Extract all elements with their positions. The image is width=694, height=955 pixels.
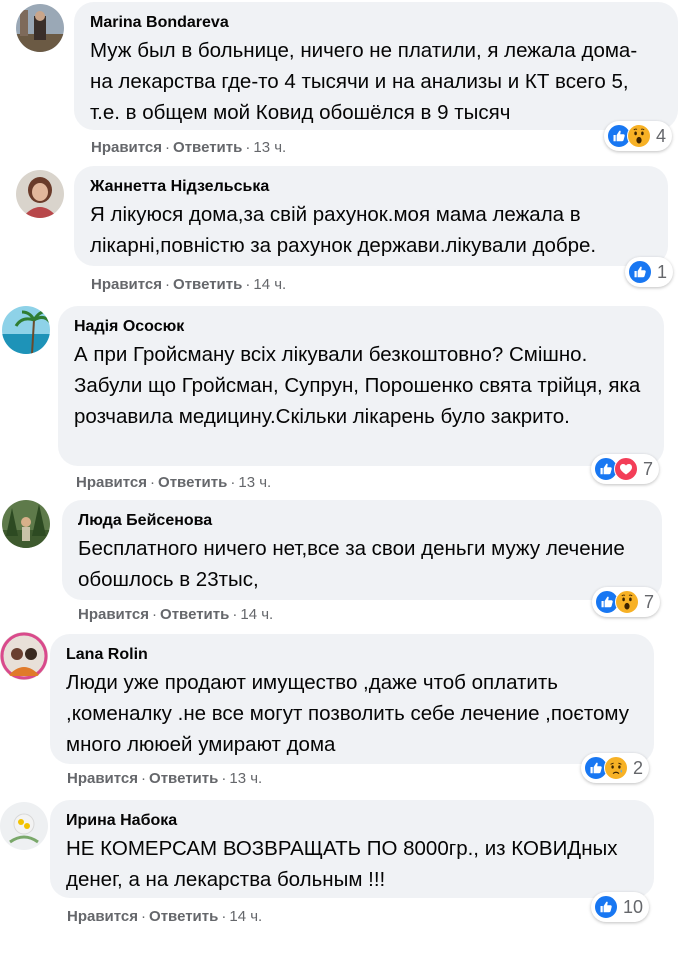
reply-button[interactable]: Ответить: [173, 276, 242, 293]
comment: Надія Ососюк А при Гройсману всіх лікува…: [0, 304, 694, 491]
like-button[interactable]: Нравится: [78, 606, 149, 623]
reaction-count: 2: [633, 757, 644, 778]
avatar[interactable]: [16, 4, 64, 52]
comment-time[interactable]: 14 ч.: [229, 908, 262, 925]
comment-time[interactable]: 13 ч.: [229, 770, 262, 787]
reply-button[interactable]: Ответить: [149, 908, 218, 925]
separator: ·: [165, 276, 171, 293]
reply-button[interactable]: Ответить: [158, 474, 227, 491]
comment-actions: Нравится · Ответить · 13 ч.: [67, 770, 262, 788]
separator: ·: [245, 139, 251, 156]
avatar[interactable]: [2, 500, 50, 548]
comment-author[interactable]: Lana Rolin: [66, 645, 640, 665]
comment: Жаннетта Нідзельська Я лікуюся дома,за с…: [0, 164, 694, 314]
separator: ·: [141, 770, 147, 787]
like-button[interactable]: Нравится: [67, 770, 138, 787]
like-button[interactable]: Нравится: [67, 908, 138, 925]
comment-text: Я лікуюся дома,за свій рахунок.моя мама …: [90, 203, 597, 257]
separator: ·: [152, 606, 158, 623]
comment-bubble: Lana Rolin Люди уже продают имущество ,д…: [50, 634, 654, 764]
wow-icon: [615, 590, 639, 614]
reactions-badge[interactable]: 2: [581, 753, 650, 783]
like-button[interactable]: Нравится: [91, 139, 162, 156]
like-icon: [594, 895, 618, 919]
like-icon: [628, 260, 652, 284]
comment-text: НЕ КОМЕРСАМ ВОЗВРАЩАТЬ ПО 8000гр., из КО…: [66, 837, 618, 891]
comment-bubble: Надія Ососюк А при Гройсману всіх лікува…: [58, 306, 664, 466]
comment-time[interactable]: 13 ч.: [238, 474, 271, 491]
reactions-badge[interactable]: 4: [604, 121, 673, 151]
comment-author[interactable]: Люда Бейсенова: [78, 511, 648, 531]
reaction-count: 7: [644, 591, 655, 612]
comment-time[interactable]: 14 ч.: [253, 276, 286, 293]
comment-text: Муж был в больнице, ничего не платили, я…: [90, 39, 638, 124]
reactions-badge[interactable]: 1: [625, 257, 674, 287]
comment: Ирина Набока НЕ КОМЕРСАМ ВОЗВРАЩАТЬ ПО 8…: [0, 796, 694, 946]
reactions-badge[interactable]: 7: [592, 587, 661, 617]
reaction-count: 1: [657, 261, 668, 282]
separator: ·: [221, 908, 227, 925]
avatar[interactable]: [0, 632, 48, 680]
separator: ·: [165, 139, 171, 156]
comment-actions: Нравится · Ответить · 13 ч.: [91, 139, 286, 157]
comment: Marina Bondareva Муж был в больнице, нич…: [0, 0, 694, 156]
avatar[interactable]: [0, 802, 48, 850]
comment-actions: Нравится · Ответить · 13 ч.: [76, 474, 271, 492]
reaction-count: 4: [656, 125, 667, 146]
comment-actions: Нравится · Ответить · 14 ч.: [67, 908, 262, 926]
comment-time[interactable]: 14 ч.: [240, 606, 273, 623]
reactions-badge[interactable]: 10: [591, 892, 650, 922]
comment-actions: Нравится · Ответить · 14 ч.: [91, 276, 286, 294]
separator: ·: [221, 770, 227, 787]
comment-author[interactable]: Ирина Набока: [66, 811, 640, 831]
comment-bubble: Ирина Набока НЕ КОМЕРСАМ ВОЗВРАЩАТЬ ПО 8…: [50, 800, 654, 898]
sad-icon: [604, 756, 628, 780]
separator: ·: [230, 474, 236, 491]
separator: ·: [232, 606, 238, 623]
comment-time[interactable]: 13 ч.: [253, 139, 286, 156]
comment-author[interactable]: Надія Ососюк: [74, 317, 650, 337]
separator: ·: [150, 474, 156, 491]
love-icon: [614, 457, 638, 481]
separator: ·: [245, 276, 251, 293]
like-button[interactable]: Нравится: [76, 474, 147, 491]
like-button[interactable]: Нравится: [91, 276, 162, 293]
reaction-count: 7: [643, 458, 654, 479]
avatar[interactable]: [16, 170, 64, 218]
comment-author[interactable]: Жаннетта Нідзельська: [90, 177, 654, 197]
reactions-badge[interactable]: 7: [591, 454, 660, 484]
reply-button[interactable]: Ответить: [149, 770, 218, 787]
separator: ·: [141, 908, 147, 925]
comment-actions: Нравится · Ответить · 14 ч.: [78, 606, 273, 624]
comment-text: Люди уже продают имущество ,даже чтоб оп…: [66, 671, 629, 756]
avatar[interactable]: [2, 306, 50, 354]
comment-bubble: Люда Бейсенова Бесплатного ничего нет,вс…: [62, 500, 662, 600]
comment-bubble: Marina Bondareva Муж был в больнице, нич…: [74, 2, 678, 130]
reply-button[interactable]: Ответить: [160, 606, 229, 623]
reaction-count: 10: [623, 896, 644, 917]
comment-bubble: Жаннетта Нідзельська Я лікуюся дома,за с…: [74, 166, 668, 266]
comment: Люда Бейсенова Бесплатного ничего нет,вс…: [0, 496, 694, 646]
comment: Lana Rolin Люди уже продают имущество ,д…: [0, 630, 694, 787]
reply-button[interactable]: Ответить: [173, 139, 242, 156]
comment-text: А при Гройсману всіх лікували безкоштовн…: [74, 343, 641, 428]
comment-author[interactable]: Marina Bondareva: [90, 13, 664, 33]
comment-text: Бесплатного ничего нет,все за свои деньг…: [78, 537, 625, 591]
wow-icon: [627, 124, 651, 148]
